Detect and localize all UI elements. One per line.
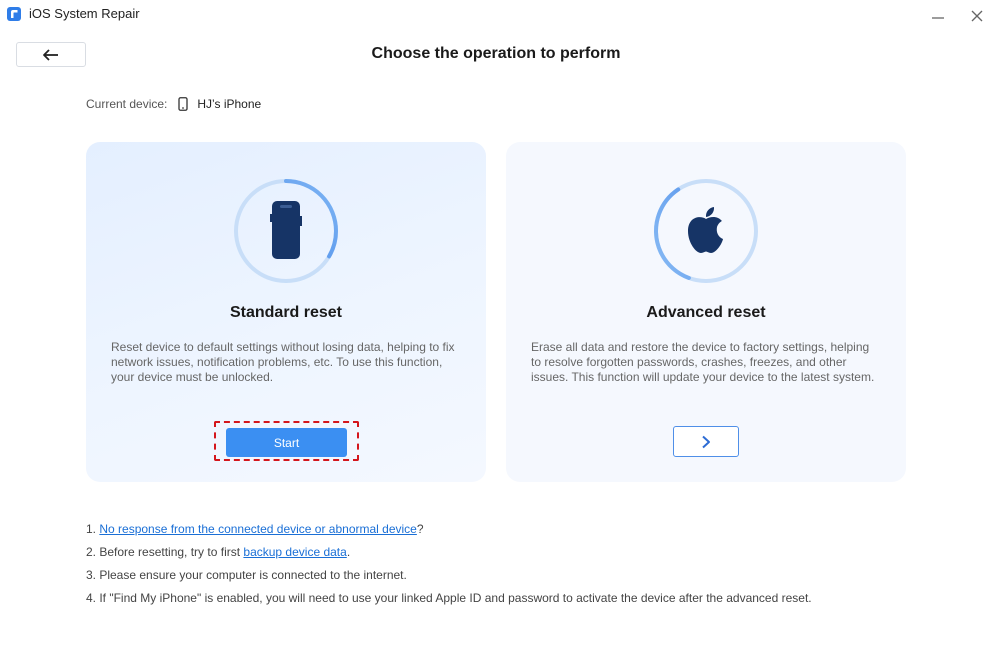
current-device: Current device: HJ’s iPhone: [86, 95, 261, 113]
backup-device-data-link[interactable]: backup device data: [243, 545, 346, 559]
note-item: 1. No response from the connected device…: [86, 522, 424, 536]
standard-reset-ring: [234, 179, 338, 283]
minimize-icon: [932, 17, 944, 19]
advanced-reset-ring: [654, 179, 758, 283]
advanced-reset-next-button[interactable]: [673, 426, 739, 457]
start-button[interactable]: Start: [226, 428, 347, 457]
current-device-label: Current device:: [86, 97, 168, 111]
minimize-button[interactable]: [928, 6, 948, 26]
advanced-reset-card[interactable]: Advanced reset Erase all data and restor…: [506, 142, 906, 482]
iphone-icon: [270, 201, 302, 259]
standard-reset-card[interactable]: Standard reset Reset device to default s…: [86, 142, 486, 482]
close-icon: [971, 10, 983, 22]
app-title: iOS System Repair: [29, 6, 140, 21]
phone-icon: [178, 97, 189, 111]
note-item: 3. Please ensure your computer is connec…: [86, 568, 407, 582]
device-name: HJ’s iPhone: [197, 97, 262, 111]
notes-list: 1. No response from the connected device…: [86, 522, 812, 614]
standard-reset-description: Reset device to default settings without…: [111, 340, 455, 384]
advanced-reset-title: Advanced reset: [646, 304, 766, 321]
note-item: 4. If "Find My iPhone" is enabled, you w…: [86, 591, 812, 605]
close-button[interactable]: [967, 6, 987, 26]
standard-reset-title: Standard reset: [229, 304, 343, 321]
app-logo-icon: [7, 7, 21, 21]
note-item: 2. Before resetting, try to first backup…: [86, 545, 351, 559]
no-response-link[interactable]: No response from the connected device or…: [99, 522, 417, 536]
title-bar: iOS System Repair: [0, 0, 992, 30]
chevron-right-icon: [702, 435, 710, 448]
start-button-highlight: Start: [214, 421, 359, 461]
page-title: Choose the operation to perform: [371, 45, 621, 62]
apple-logo-icon: [688, 207, 723, 253]
advanced-reset-description: Erase all data and restore the device to…: [531, 340, 875, 384]
